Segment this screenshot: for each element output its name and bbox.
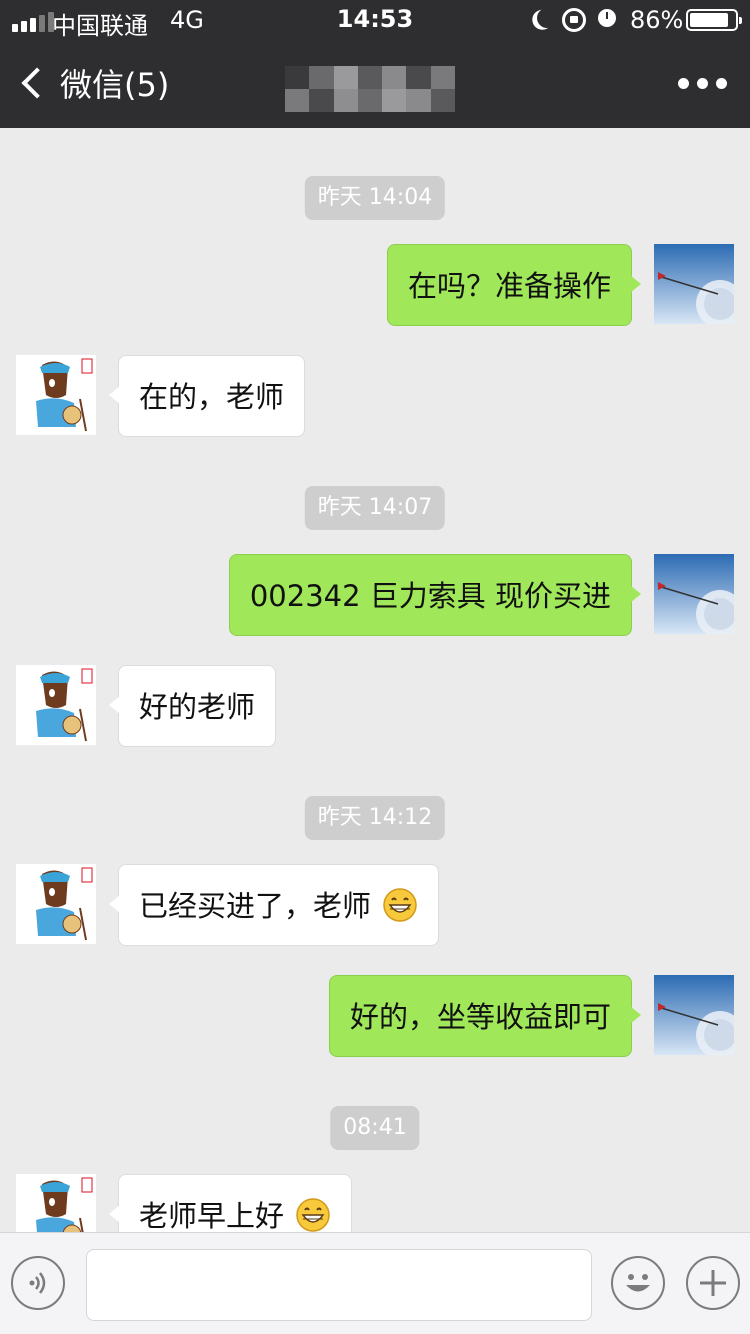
- mosaic-blur: [285, 66, 455, 112]
- message-bubble-outgoing[interactable]: 002342 巨力索具 现价买进: [228, 554, 642, 636]
- message-text: 002342 巨力索具 现价买进: [249, 579, 611, 613]
- timestamp: 昨天 14:12: [304, 796, 446, 840]
- message-text: 好的，坐等收益即可: [349, 1000, 611, 1034]
- message-bubble-outgoing[interactable]: 好的，坐等收益即可: [328, 975, 642, 1057]
- my-avatar[interactable]: [654, 554, 734, 634]
- chat-title: [285, 66, 455, 112]
- contact-avatar[interactable]: [16, 355, 96, 435]
- more-dot: [678, 78, 689, 89]
- back-label: 微信(5): [60, 66, 170, 104]
- grinning-face-icon: [383, 888, 417, 922]
- message-text: 在吗？准备操作: [407, 269, 611, 303]
- rotation-lock-icon: [562, 8, 586, 32]
- emoji-button[interactable]: [611, 1256, 665, 1310]
- message-bubble-incoming[interactable]: 老师早上好: [108, 1174, 353, 1232]
- timestamp: 昨天 14:04: [304, 176, 446, 220]
- message-text: 在的，老师: [139, 380, 285, 414]
- battery-percent: 86%: [630, 6, 684, 34]
- back-button[interactable]: 微信(5): [18, 60, 169, 106]
- message-bubble-incoming[interactable]: 已经买进了，老师: [108, 864, 440, 946]
- plus-icon: [700, 1270, 726, 1296]
- more-functions-button[interactable]: [686, 1256, 740, 1310]
- emoji-icon: [626, 1274, 650, 1292]
- message-input[interactable]: [86, 1249, 592, 1321]
- timestamp: 08:41: [330, 1106, 420, 1150]
- message-bubble-incoming[interactable]: 好的老师: [108, 665, 277, 747]
- chevron-left-icon: [21, 67, 53, 99]
- more-dot: [697, 78, 708, 89]
- message-bubble-outgoing[interactable]: 在吗？准备操作: [386, 244, 642, 326]
- contact-avatar[interactable]: [16, 665, 96, 745]
- message-text: 好的老师: [139, 690, 256, 724]
- message-text: 老师早上好: [139, 1199, 285, 1232]
- contact-avatar[interactable]: [16, 864, 96, 944]
- voice-icon: [29, 1272, 46, 1294]
- alarm-icon: [598, 9, 616, 27]
- more-dot: [716, 78, 727, 89]
- my-avatar[interactable]: [654, 244, 734, 324]
- my-avatar[interactable]: [654, 975, 734, 1055]
- grinning-face-icon: [296, 1198, 330, 1232]
- voice-button[interactable]: [11, 1256, 65, 1310]
- status-bar: 中国联通 4G 14:53 86%: [0, 0, 750, 40]
- timestamp: 昨天 14:07: [304, 486, 446, 530]
- nav-bar: 微信(5): [0, 40, 750, 128]
- chat-area[interactable]: 昨天 14:04 在吗？准备操作 在的，老师 昨天 14:07 002342 巨…: [0, 128, 750, 1232]
- input-bar: [0, 1232, 750, 1334]
- battery-icon: [686, 9, 742, 31]
- message-text: 已经买进了，老师: [139, 889, 372, 923]
- contact-avatar[interactable]: [16, 1174, 96, 1232]
- message-bubble-incoming[interactable]: 在的，老师: [108, 355, 306, 437]
- more-options-button[interactable]: [678, 78, 727, 89]
